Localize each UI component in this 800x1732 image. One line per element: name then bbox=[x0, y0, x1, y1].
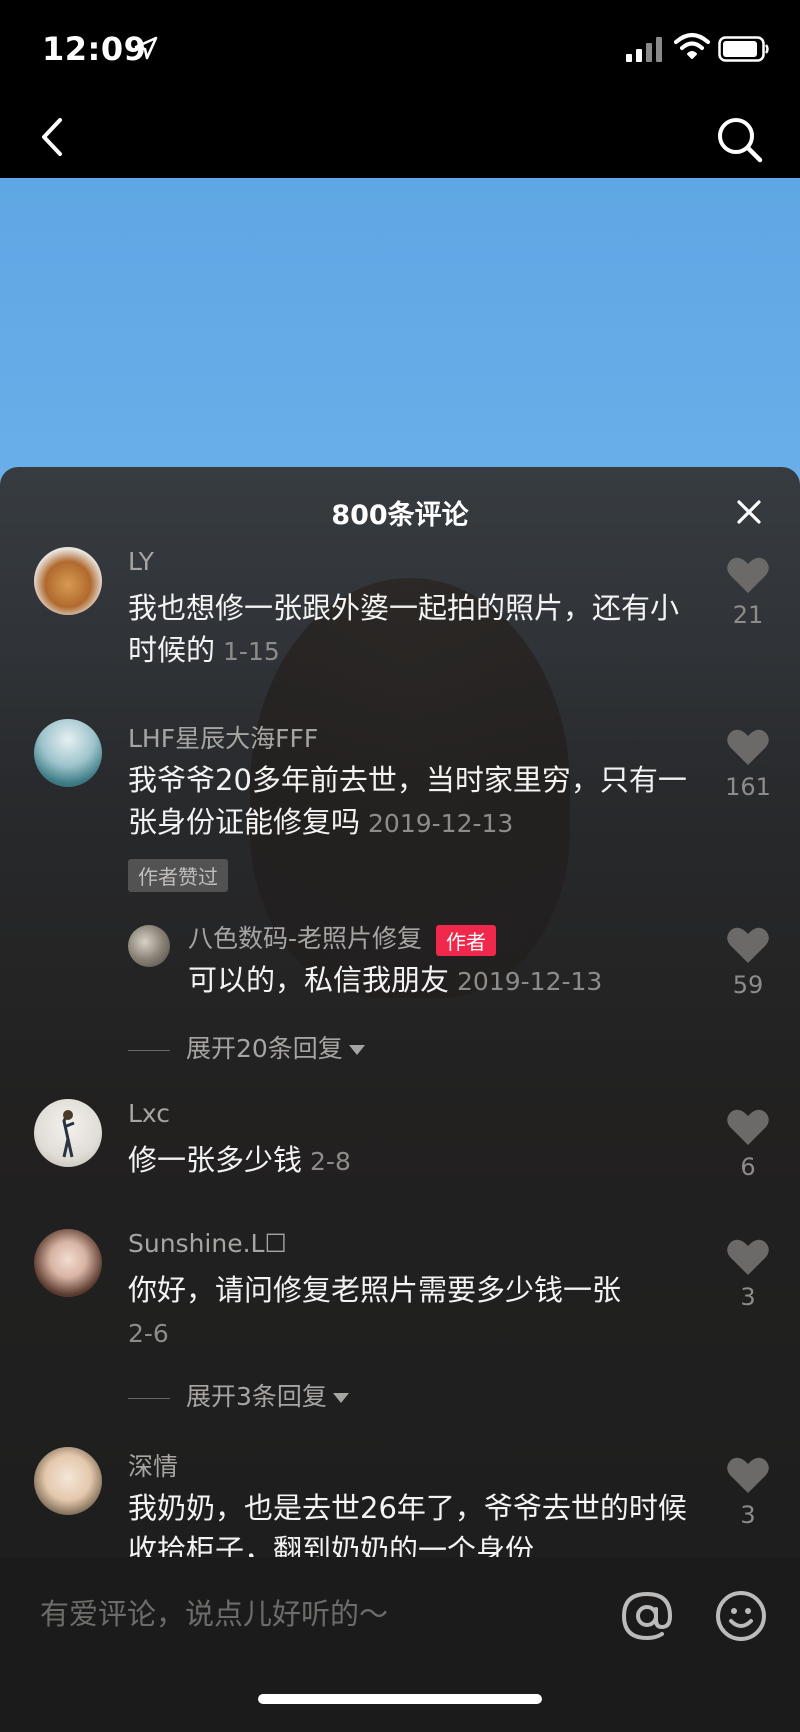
avatar[interactable] bbox=[34, 1099, 102, 1167]
comment-time: 2-8 bbox=[310, 1147, 351, 1176]
status-time: 12:09 bbox=[42, 30, 147, 68]
comment-username[interactable]: 深情 bbox=[128, 1447, 178, 1483]
heart-icon[interactable] bbox=[726, 727, 770, 767]
comment-text: 修一张多少钱 2-8 bbox=[128, 1139, 688, 1183]
heart-icon[interactable] bbox=[726, 1455, 770, 1495]
heart-icon[interactable] bbox=[726, 1107, 770, 1147]
at-icon[interactable] bbox=[620, 1589, 674, 1643]
nav-bar bbox=[0, 96, 800, 178]
avatar[interactable] bbox=[128, 925, 170, 967]
caret-down-icon bbox=[348, 1045, 365, 1055]
divider-line bbox=[128, 1397, 170, 1399]
reply-body: 可以的，私信我朋友 bbox=[188, 963, 450, 997]
comment-time: 2-6 bbox=[128, 1319, 169, 1348]
close-icon[interactable] bbox=[734, 497, 764, 527]
reply-username[interactable]: 八色数码-老照片修复 作者 bbox=[188, 919, 497, 956]
comment-body: 修一张多少钱 bbox=[128, 1143, 303, 1177]
home-indicator bbox=[258, 1694, 542, 1704]
comment-body: 你好，请问修复老照片需要多少钱一张 bbox=[128, 1273, 622, 1307]
avatar[interactable] bbox=[34, 547, 102, 615]
location-icon bbox=[134, 36, 158, 60]
expand-replies-button[interactable]: 展开3条回复 bbox=[128, 1377, 349, 1413]
like-count: 6 bbox=[740, 1153, 756, 1181]
divider-line bbox=[128, 1049, 170, 1051]
heart-icon[interactable] bbox=[726, 555, 770, 595]
reply-time: 2019-12-13 bbox=[457, 967, 603, 996]
comments-title: 800条评论 bbox=[331, 500, 469, 531]
comment-body: 我也想修一张跟外婆一起拍的照片，还有小时候的 bbox=[128, 591, 680, 667]
heart-icon[interactable] bbox=[726, 1237, 770, 1277]
comment-username[interactable]: Lxc bbox=[128, 1099, 170, 1128]
like-count: 161 bbox=[725, 773, 771, 801]
avatar-figure bbox=[62, 1110, 75, 1158]
comment-username[interactable]: LHF星辰大海FFF bbox=[128, 719, 318, 755]
like-count: 21 bbox=[732, 601, 764, 629]
wifi-icon bbox=[674, 33, 710, 59]
like-count: 3 bbox=[740, 1501, 756, 1529]
avatar[interactable] bbox=[34, 1229, 102, 1297]
comments-sheet: 800条评论 LY 我也想修一张跟外婆一起拍的照片，还有小时候的 1-15 21 … bbox=[0, 467, 800, 1557]
comment-username[interactable]: Sunshine.L☐ bbox=[128, 1229, 287, 1258]
search-icon[interactable] bbox=[714, 114, 766, 166]
reply-username-text: 八色数码-老照片修复 bbox=[188, 924, 423, 953]
comment-input[interactable]: 有爱评论，说点儿好听的～ bbox=[40, 1591, 388, 1633]
comment-text: 你好，请问修复老照片需要多少钱一张 2-6 bbox=[128, 1269, 688, 1355]
caret-down-icon bbox=[332, 1393, 349, 1403]
comment-username[interactable]: LY bbox=[128, 547, 154, 576]
like-count: 59 bbox=[732, 971, 764, 999]
avatar[interactable] bbox=[34, 1447, 102, 1515]
comment-text: 我也想修一张跟外婆一起拍的照片，还有小时候的 1-15 bbox=[128, 587, 688, 673]
comment-text: 我奶奶，也是去世26年了，爷爷去世的时候收拾柜子，翻到奶奶的一个身份 bbox=[128, 1491, 687, 1557]
comment-time: 2019-12-13 bbox=[368, 809, 514, 838]
battery-icon bbox=[718, 36, 769, 62]
comment-input-bar: 有爱评论，说点儿好听的～ bbox=[0, 1557, 800, 1732]
reply-text: 可以的，私信我朋友 2019-12-13 bbox=[188, 959, 688, 1003]
heart-icon[interactable] bbox=[726, 925, 770, 965]
status-bar: 12:09 bbox=[0, 0, 800, 96]
comment-time: 1-15 bbox=[223, 637, 280, 666]
emoji-icon[interactable] bbox=[714, 1589, 768, 1643]
expand-replies-label: 展开3条回复 bbox=[186, 1382, 327, 1411]
avatar[interactable] bbox=[34, 719, 102, 787]
comment-text: 我爷爷20多年前去世，当时家里穷，只有一张身份证能修复吗 2019-12-13 bbox=[128, 759, 688, 845]
expand-replies-label: 展开20条回复 bbox=[186, 1034, 343, 1063]
back-icon[interactable] bbox=[34, 114, 74, 160]
expand-replies-button[interactable]: 展开20条回复 bbox=[128, 1029, 365, 1065]
like-count: 3 bbox=[740, 1283, 756, 1311]
author-badge: 作者 bbox=[436, 924, 497, 956]
author-liked-badge: 作者赞过 bbox=[128, 859, 228, 892]
signal-icon bbox=[626, 37, 662, 62]
